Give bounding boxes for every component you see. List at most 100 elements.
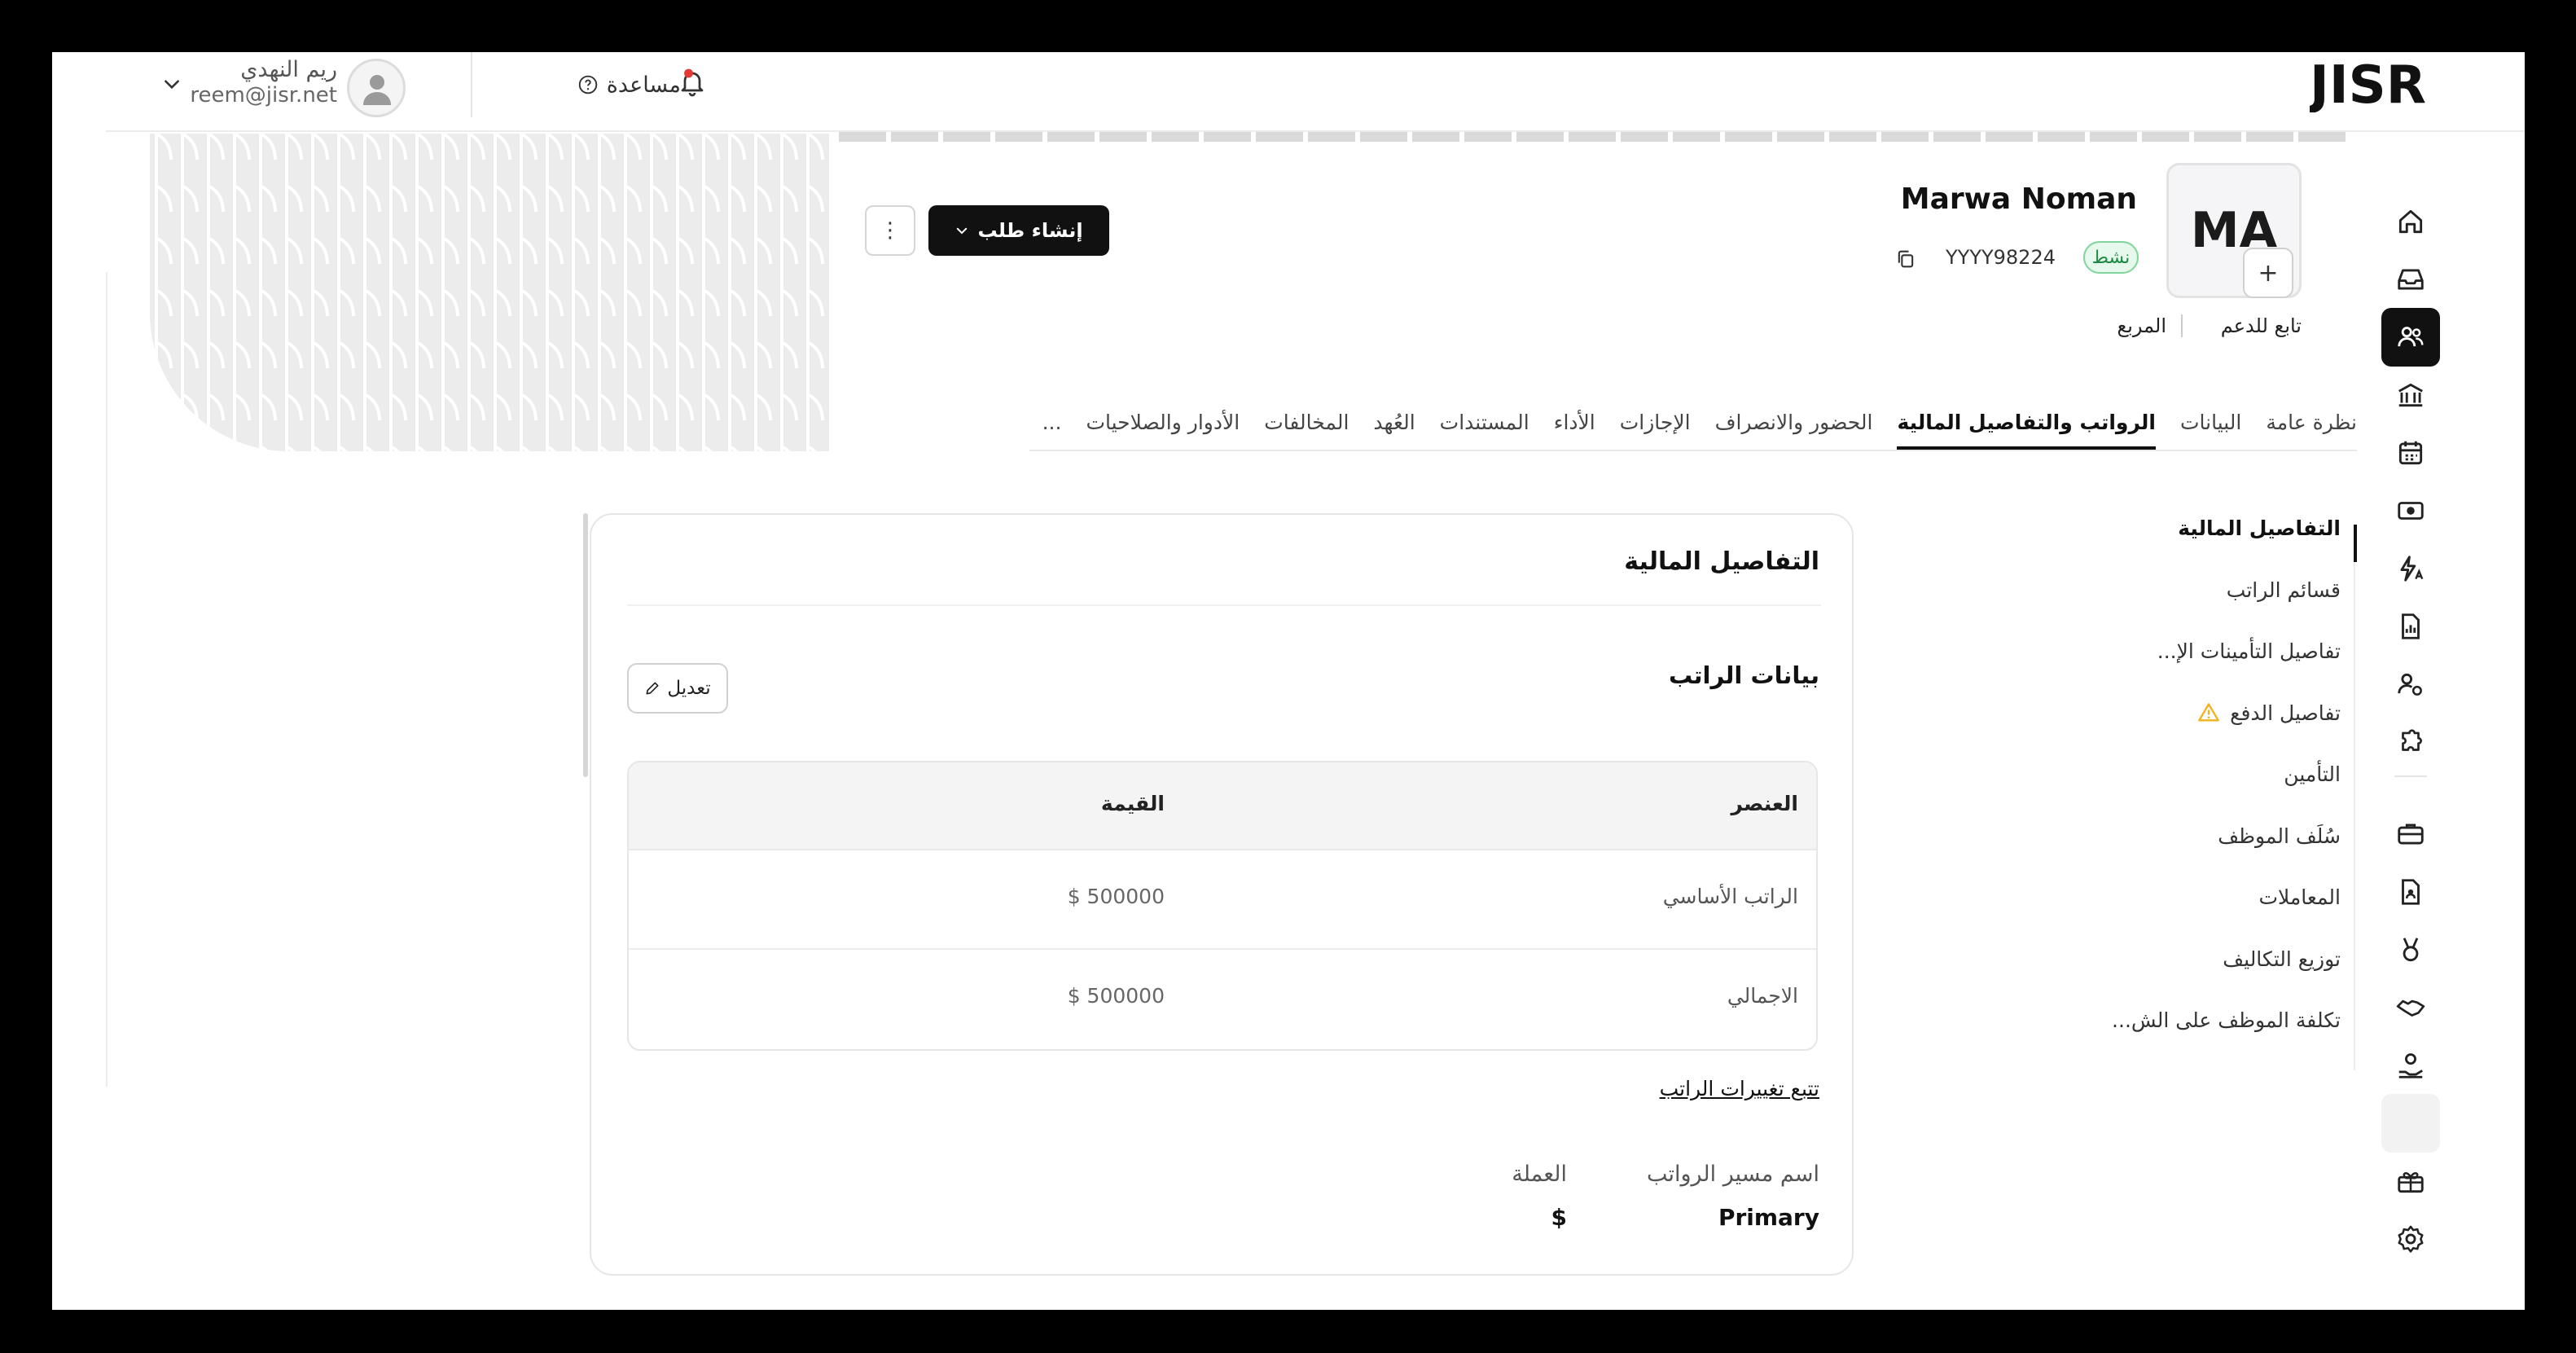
handshake-icon[interactable] [2381, 978, 2440, 1037]
create-request-button[interactable]: إنشاء طلب [928, 205, 1109, 256]
section-nav-item[interactable]: سُلَف الموظف [2218, 824, 2341, 848]
integrations-puzzle-icon[interactable] [2381, 713, 2440, 771]
section-nav-label: تفاصيل التأمينات الإ... [2157, 639, 2341, 663]
left-panel-border [106, 272, 108, 1087]
payroll-runner-label: اسم مسير الرواتب [1646, 1162, 1819, 1187]
notification-bell-icon[interactable] [678, 67, 707, 103]
column-header-item: العنصر [1731, 792, 1798, 815]
tab-item[interactable]: البيانات [2180, 398, 2241, 446]
help-circle-icon [578, 75, 598, 94]
blank-nav-icon[interactable] [2381, 1094, 2440, 1153]
tab-item[interactable]: الإجازات [1620, 398, 1691, 446]
currency-value: $ [1551, 1204, 1567, 1231]
inbox-icon[interactable] [2381, 250, 2440, 309]
row-value: $ 500000 [1067, 885, 1165, 908]
user-avatar-icon [363, 75, 391, 105]
section-nav-label: التفاصيل المالية [2178, 516, 2341, 540]
table-row: الراتب الأساسي $ 500000 [629, 849, 1816, 950]
employee-name: Marwa Noman [1900, 182, 2137, 216]
user-avatar[interactable] [347, 59, 406, 117]
gift-icon[interactable] [2381, 1152, 2440, 1210]
more-options-button[interactable]: ⋮ [865, 205, 915, 256]
employees-icon[interactable] [2381, 308, 2440, 367]
briefcase-icon[interactable] [2381, 805, 2440, 863]
payroll-runner-value: Primary [1718, 1204, 1819, 1231]
status-badge: نشط [2083, 241, 2139, 274]
tab-item[interactable]: الأدوار والصلاحيات [1086, 398, 1240, 446]
scrollbar-thumb[interactable] [583, 513, 588, 777]
calendar-icon[interactable] [2381, 424, 2440, 482]
cover-pattern-image [150, 134, 829, 451]
tab-item[interactable]: المخالفات [1264, 398, 1349, 446]
copy-icon[interactable] [1894, 248, 1917, 274]
section-nav-item[interactable]: تفاصيل التأمينات الإ... [2157, 639, 2341, 663]
create-request-label: إنشاء طلب [977, 219, 1083, 242]
section-nav-label: المعاملات [2258, 885, 2341, 909]
section-nav-item[interactable]: قسائم الراتب [2227, 578, 2341, 602]
jisr-logo[interactable]: JISR [2310, 55, 2456, 112]
tab-item[interactable]: ... [1042, 398, 1062, 446]
track-salary-changes-link[interactable]: تتبع تغييرات الراتب [1437, 1077, 1819, 1100]
chevron-down-icon [957, 227, 968, 235]
nav-rail-divider [2394, 775, 2427, 777]
payroll-hand-icon[interactable] [2381, 1036, 2440, 1095]
tab-active[interactable]: الرواتب والتفاصيل المالية [1897, 398, 2156, 450]
row-item: الراتب الأساسي [1662, 885, 1798, 908]
section-nav-item[interactable]: توزيع التكاليف [2223, 947, 2341, 971]
row-value: $ 500000 [1067, 984, 1165, 1008]
salary-section-title: بيانات الراتب [1668, 661, 1819, 689]
column-header-value: القيمة [1100, 792, 1165, 815]
section-nav-label: تفاصيل الدفع [2230, 701, 2341, 725]
section-nav-label: تكلفة الموظف على الش... [2112, 1008, 2341, 1032]
tab-item[interactable]: المستندات [1440, 398, 1529, 446]
user-email: reem@jisr.net [190, 83, 337, 108]
row-item: الاجمالي [1727, 984, 1798, 1008]
gear-icon[interactable] [2381, 1210, 2440, 1268]
section-nav-item[interactable]: التأمين [2284, 762, 2341, 786]
logo-text: JISR [2310, 55, 2426, 112]
cover-strip-pattern [834, 132, 2349, 142]
money-icon[interactable] [2381, 481, 2440, 540]
table-row: الاجمالي $ 500000 [629, 948, 1816, 1048]
tab-item[interactable]: العُهد [1373, 398, 1415, 446]
user-settings-icon[interactable] [2381, 655, 2440, 714]
section-nav-item[interactable]: التفاصيل المالية [2178, 516, 2341, 540]
section-nav-label: توزيع التكاليف [2223, 947, 2341, 971]
profile-tabs: نظرة عامة البيانات الرواتب والتفاصيل المال… [1029, 398, 2357, 450]
location-label: المربع [2117, 314, 2166, 337]
section-nav-item[interactable]: تكلفة الموظف على الش... [2112, 1008, 2341, 1032]
tabs-border [1029, 450, 2357, 451]
edit-salary-button[interactable]: تعديل [627, 663, 728, 714]
upload-photo-button[interactable]: + [2243, 248, 2293, 298]
header-divider [471, 52, 472, 117]
section-nav-label: قسائم الراتب [2226, 578, 2341, 602]
meta-divider [2181, 314, 2183, 337]
department-label: تابع للدعم [2220, 314, 2302, 337]
currency-label: العملة [1512, 1162, 1567, 1187]
home-icon[interactable] [2381, 192, 2440, 251]
bank-icon[interactable] [2381, 366, 2440, 424]
employee-file-icon[interactable] [2381, 863, 2440, 921]
section-nav-label: التأمين [2284, 762, 2341, 786]
user-name: ريم النهدي [240, 57, 337, 82]
section-nav: التفاصيل المالية قسائم الراتب تفاصيل التأم… [2056, 516, 2357, 1070]
award-medal-icon[interactable] [2381, 920, 2440, 979]
help-label: مساعدة [606, 72, 681, 98]
automation-icon[interactable] [2381, 539, 2440, 598]
tab-item[interactable]: نظرة عامة [2266, 398, 2357, 446]
employee-id: YYYY98224 [1946, 246, 2056, 269]
edit-label: تعديل [667, 678, 711, 699]
help-link[interactable]: مساعدة [526, 68, 681, 101]
tab-item[interactable]: الحضور والانصراف [1715, 398, 1873, 446]
app-window: JISR ريم النهدي reem@jisr.net مساعدة MA [52, 52, 2525, 1310]
card-title: التفاصيل المالية [1624, 547, 1819, 576]
warning-icon [2198, 703, 2220, 722]
section-nav-label: سُلَف الموظف [2218, 824, 2341, 848]
tab-item[interactable]: الأداء [1554, 398, 1595, 446]
section-nav-item[interactable]: تفاصيل الدفع [2197, 701, 2341, 725]
salary-table: العنصر القيمة الراتب الأساسي $ 500000 ال… [627, 761, 1818, 1051]
section-nav-item[interactable]: المعاملات [2258, 885, 2341, 909]
reports-icon[interactable] [2381, 597, 2440, 656]
table-header-row: العنصر القيمة [629, 762, 1816, 850]
pencil-icon [646, 682, 659, 695]
